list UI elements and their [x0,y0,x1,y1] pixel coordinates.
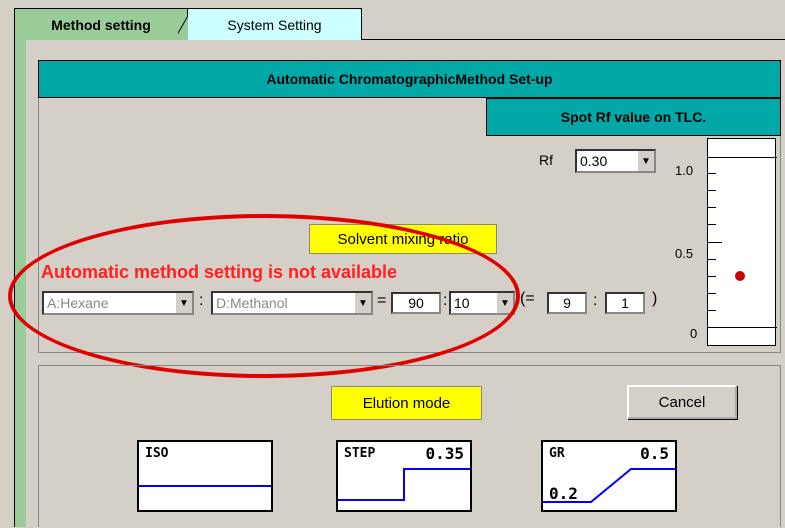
iso-mode-button[interactable]: ISO [137,440,273,512]
gradient-mode-button[interactable]: GR 0.5 0.2 [541,440,677,512]
tlc-tick [708,259,716,260]
paren-open: (= [520,290,535,307]
rf-select[interactable]: 0.30 ▼ [575,149,656,173]
tlc-tick [708,190,716,191]
tlc-tick [708,207,716,208]
tlc-solvent-front [708,157,777,158]
elution-mode-badge: Elution mode [331,386,482,420]
chevron-down-icon[interactable]: ▼ [636,151,654,171]
tlc-tick [708,310,716,311]
tab-method-setting[interactable]: Method setting [14,8,188,40]
simple-ratio-a: 9 [547,292,587,314]
step-profile-graph [338,468,470,501]
simple-ratio-separator: : [593,292,598,309]
tlc-tick [708,276,716,277]
simple-ratio-b: 1 [605,292,645,314]
tlc-baseline [708,327,777,328]
gradient-profile-graph [543,468,675,503]
tab-method-setting-label: Method setting [51,16,151,33]
tlc-scale-top: 1.0 [675,163,694,178]
tlc-tick [708,173,716,174]
tlc-scale-bottom: 0 [690,326,698,341]
rf-section-title: Spot Rf value on TLC. [486,98,781,136]
tab-system-setting[interactable]: System Setting [187,8,362,40]
tlc-tick [708,293,716,294]
paren-close: ) [652,290,658,307]
iso-profile-graph [139,485,271,487]
tlc-tick [708,242,722,243]
tlc-scale-mid: 0.5 [675,246,694,261]
rf-label: Rf [539,152,553,168]
step-mode-button[interactable]: STEP 0.35 [336,440,472,512]
rf-select-value: 0.30 [580,153,608,169]
tlc-plate [707,138,777,346]
red-highlight-ellipse [8,214,520,378]
cancel-button[interactable]: Cancel [627,385,737,419]
panel-title: Automatic ChromatographicMethod Set-up [38,60,781,98]
tlc-spot [735,271,745,281]
tab-system-setting-label: System Setting [227,16,322,33]
tlc-tick [708,224,716,225]
